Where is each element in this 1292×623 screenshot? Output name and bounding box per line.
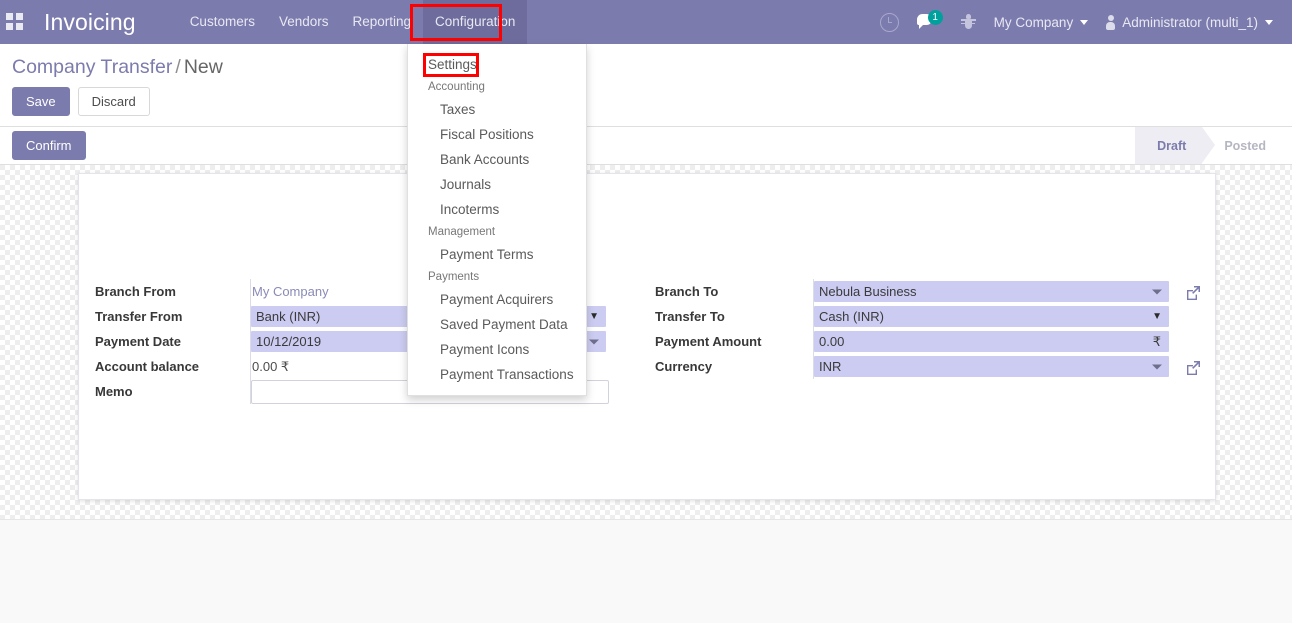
- form-sheet: Branch From My Company Transfer From ▼: [78, 173, 1216, 500]
- menu-item-payment-terms[interactable]: Payment Terms: [408, 242, 586, 267]
- field-row-payment-amount: Payment Amount ₹: [655, 329, 1215, 354]
- breadcrumb-leaf: New: [183, 56, 223, 78]
- nav-menu-reporting[interactable]: Reporting: [341, 0, 424, 44]
- statusbar-row: Confirm Draft Posted: [0, 126, 1292, 165]
- menu-item-journals[interactable]: Journals: [408, 172, 586, 197]
- user-label: Administrator (multi_1): [1122, 14, 1258, 30]
- record-action-buttons: Save Discard: [0, 79, 1292, 126]
- status-bar: Draft Posted: [1135, 127, 1282, 164]
- menu-item-payment-transactions[interactable]: Payment Transactions: [408, 362, 586, 387]
- value-branch-from[interactable]: My Company: [251, 284, 329, 299]
- external-link-icon-branch-to[interactable]: [1185, 285, 1201, 301]
- sheet-wrapper: Branch From My Company Transfer From ▼: [0, 165, 1292, 505]
- label-payment-amount: Payment Amount: [655, 334, 762, 349]
- company-switcher[interactable]: My Company: [985, 0, 1098, 44]
- page-footer-area: [0, 519, 1292, 623]
- label-branch-from: Branch From: [95, 284, 176, 299]
- field-transfer-to[interactable]: ▼: [814, 306, 1169, 327]
- bug-icon: [960, 14, 976, 30]
- branch-to-input[interactable]: [814, 281, 1169, 302]
- chevron-down-icon: [1265, 19, 1273, 25]
- breadcrumb-separator: /: [175, 56, 181, 78]
- menu-item-payment-acquirers[interactable]: Payment Acquirers: [408, 287, 586, 312]
- menu-section-accounting: Accounting: [428, 81, 485, 93]
- configuration-dropdown-menu: Settings Accounting Taxes Fiscal Positio…: [407, 44, 587, 396]
- menu-item-bank-accounts[interactable]: Bank Accounts: [408, 147, 586, 172]
- menu-section-payments: Payments: [428, 271, 480, 283]
- top-navbar: Invoicing Customers Vendors Reporting Co…: [0, 0, 1292, 44]
- nav-menu-customers[interactable]: Customers: [178, 0, 267, 44]
- chevron-down-icon: [1080, 19, 1089, 25]
- label-memo: Memo: [95, 384, 133, 399]
- menu-item-incoterms[interactable]: Incoterms: [408, 197, 586, 222]
- nav-right-group: 1 My Company Administrator (multi_1): [871, 0, 1292, 44]
- user-avatar-icon: [1106, 14, 1116, 30]
- field-currency[interactable]: [814, 356, 1169, 377]
- field-row-branch-to: Branch To: [655, 279, 1215, 304]
- nav-menu-configuration[interactable]: Configuration: [423, 0, 528, 44]
- field-row-transfer-to: Transfer To ▼: [655, 304, 1215, 329]
- confirm-button[interactable]: Confirm: [12, 131, 86, 160]
- breadcrumb: Company Transfer / New: [0, 44, 1292, 79]
- label-account-balance: Account balance: [95, 359, 200, 374]
- menu-item-saved-payment-data[interactable]: Saved Payment Data: [408, 312, 586, 337]
- menu-item-fiscal-positions[interactable]: Fiscal Positions: [408, 122, 586, 147]
- messages-button[interactable]: 1: [908, 0, 952, 44]
- label-payment-date: Payment Date: [95, 334, 181, 349]
- save-button[interactable]: Save: [12, 87, 70, 116]
- user-menu[interactable]: Administrator (multi_1): [1097, 0, 1282, 44]
- nav-menu-vendors[interactable]: Vendors: [267, 0, 341, 44]
- field-branch-to[interactable]: [814, 281, 1169, 302]
- label-currency: Currency: [655, 359, 713, 374]
- external-link-icon-currency[interactable]: [1185, 360, 1201, 376]
- payment-amount-input[interactable]: [814, 331, 1169, 352]
- transfer-to-input[interactable]: [814, 306, 1169, 327]
- field-payment-amount[interactable]: ₹: [814, 331, 1169, 352]
- value-account-balance: 0.00 ₹: [252, 358, 290, 374]
- breadcrumb-root[interactable]: Company Transfer: [12, 56, 172, 78]
- label-branch-to: Branch To: [655, 284, 719, 299]
- company-label: My Company: [993, 14, 1074, 30]
- label-transfer-from: Transfer From: [95, 309, 183, 324]
- chat-bubble-icon: 1: [916, 10, 943, 32]
- activities-button[interactable]: [871, 0, 908, 44]
- control-panel: Company Transfer / New Save Discard Confir…: [0, 44, 1292, 165]
- currency-symbol: ₹: [1152, 333, 1161, 349]
- currency-input[interactable]: [814, 356, 1169, 377]
- messages-count-badge: 1: [927, 10, 943, 25]
- nav-menu-list: Customers Vendors Reporting Configuratio…: [178, 0, 528, 44]
- label-transfer-to: Transfer To: [655, 309, 725, 324]
- status-draft[interactable]: Draft: [1135, 127, 1216, 164]
- discard-button[interactable]: Discard: [77, 87, 150, 116]
- field-row-currency: Currency: [655, 354, 1215, 379]
- apps-grid-icon[interactable]: [6, 13, 24, 31]
- debug-button[interactable]: [952, 0, 985, 44]
- menu-item-payment-icons[interactable]: Payment Icons: [408, 337, 586, 362]
- menu-item-taxes[interactable]: Taxes: [408, 97, 586, 122]
- form-columns: Branch From My Company Transfer From ▼: [79, 279, 1215, 404]
- form-column-right: Branch To Nebula Business Transfer To Ca…: [647, 279, 1215, 404]
- app-brand-title: Invoicing: [44, 8, 136, 35]
- menu-section-management: Management: [428, 226, 496, 238]
- menu-item-settings[interactable]: Settings: [408, 52, 586, 77]
- clock-icon: [879, 12, 899, 32]
